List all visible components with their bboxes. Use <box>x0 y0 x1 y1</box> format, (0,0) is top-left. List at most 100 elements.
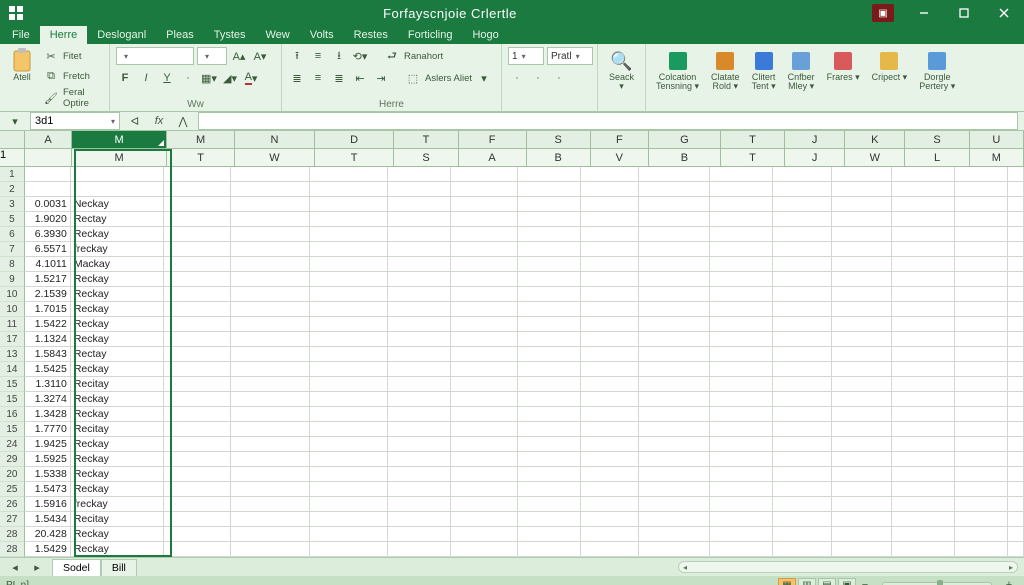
cell[interactable] <box>955 542 1009 557</box>
cell[interactable] <box>955 257 1009 272</box>
cell[interactable] <box>518 212 581 227</box>
cell[interactable] <box>639 392 710 407</box>
cell[interactable] <box>773 527 832 542</box>
cell[interactable] <box>581 467 638 482</box>
cell[interactable] <box>892 497 955 512</box>
copy-icon[interactable]: ⧉ <box>42 67 60 85</box>
cell[interactable] <box>164 452 231 467</box>
ribbon-tab-forticling[interactable]: Forticling <box>398 26 463 44</box>
cell[interactable] <box>892 392 955 407</box>
cell[interactable] <box>1008 302 1024 317</box>
cell[interactable] <box>581 347 638 362</box>
cell[interactable]: 1.5473 <box>25 482 71 497</box>
cell[interactable] <box>518 512 581 527</box>
cell[interactable] <box>581 287 638 302</box>
cell[interactable] <box>710 422 773 437</box>
cell[interactable] <box>1008 212 1024 227</box>
cell[interactable]: 1.5425 <box>25 362 71 377</box>
cell[interactable] <box>832 482 891 497</box>
cell[interactable] <box>955 377 1009 392</box>
cell[interactable] <box>231 497 309 512</box>
cell[interactable] <box>231 287 309 302</box>
cell[interactable] <box>773 302 832 317</box>
ribbon-big-button[interactable]: CnfberMley ▾ <box>784 47 819 94</box>
cell[interactable] <box>451 512 518 527</box>
column-header[interactable] <box>25 149 72 166</box>
cell[interactable] <box>710 497 773 512</box>
cell[interactable] <box>773 347 832 362</box>
formula-input[interactable] <box>198 112 1018 130</box>
cell[interactable] <box>518 362 581 377</box>
column-header[interactable]: B <box>527 149 591 166</box>
cell[interactable]: freckay <box>71 497 165 512</box>
number-size-combo[interactable]: 1▾ <box>508 47 544 65</box>
cell[interactable] <box>832 497 891 512</box>
cell[interactable] <box>388 197 451 212</box>
column-header[interactable]: M <box>72 131 167 148</box>
row-header[interactable]: 13 <box>0 347 25 362</box>
scroll-right-icon[interactable]: ▸ <box>1005 562 1017 572</box>
cell[interactable] <box>310 227 388 242</box>
cell[interactable] <box>955 482 1009 497</box>
app-menu-icon[interactable] <box>4 1 28 25</box>
cell[interactable] <box>518 527 581 542</box>
cell[interactable] <box>710 362 773 377</box>
cell[interactable] <box>231 422 309 437</box>
cell[interactable] <box>164 167 231 182</box>
cell[interactable] <box>1008 512 1024 527</box>
cell[interactable] <box>164 527 231 542</box>
cell[interactable] <box>581 332 638 347</box>
cell[interactable] <box>832 242 891 257</box>
cell[interactable] <box>231 527 309 542</box>
minimize-button[interactable] <box>904 0 944 26</box>
cell[interactable] <box>710 182 773 197</box>
cell[interactable] <box>231 182 309 197</box>
cell[interactable] <box>710 242 773 257</box>
cell[interactable] <box>955 527 1009 542</box>
align-left-icon[interactable]: ≣ <box>288 69 306 87</box>
cell[interactable] <box>639 212 710 227</box>
cell[interactable]: 1.1324 <box>25 332 71 347</box>
row-header[interactable]: 16 <box>0 407 25 422</box>
cell[interactable] <box>164 437 231 452</box>
cell[interactable]: Recitay <box>71 422 165 437</box>
cell[interactable] <box>1008 167 1024 182</box>
cell[interactable] <box>581 527 638 542</box>
cell[interactable] <box>231 467 309 482</box>
cell[interactable] <box>388 332 451 347</box>
cell[interactable] <box>710 527 773 542</box>
cell[interactable] <box>639 422 710 437</box>
cell[interactable] <box>164 242 231 257</box>
cancel-formula-icon[interactable]: ᐊ <box>126 112 144 130</box>
underline-icon[interactable]: Y <box>158 69 176 87</box>
cell[interactable] <box>639 287 710 302</box>
cell[interactable] <box>710 287 773 302</box>
cell[interactable] <box>25 167 71 182</box>
align-top-icon[interactable]: ⭱ <box>288 47 306 65</box>
cell[interactable] <box>710 167 773 182</box>
cell[interactable]: 1.7015 <box>25 302 71 317</box>
cell[interactable] <box>581 482 638 497</box>
cell[interactable]: 2.1539 <box>25 287 71 302</box>
cell[interactable] <box>955 422 1009 437</box>
cell[interactable] <box>710 437 773 452</box>
cell[interactable] <box>164 497 231 512</box>
column-header[interactable]: U <box>970 131 1024 148</box>
cell[interactable] <box>710 407 773 422</box>
cell[interactable] <box>955 287 1009 302</box>
column-header[interactable]: J <box>785 149 845 166</box>
cell[interactable]: Reckay <box>71 467 165 482</box>
row-header[interactable]: 25 <box>0 482 25 497</box>
row-header[interactable]: 6 <box>0 227 25 242</box>
cell[interactable]: Rectay <box>71 212 165 227</box>
format-painter-icon[interactable]: 🖌 <box>42 89 60 107</box>
cell[interactable] <box>1008 467 1024 482</box>
strike-icon[interactable]: · <box>179 69 197 87</box>
cell[interactable] <box>892 452 955 467</box>
cell[interactable] <box>231 512 309 527</box>
column-header[interactable]: W <box>235 149 315 166</box>
cell[interactable] <box>310 332 388 347</box>
cell[interactable] <box>1008 197 1024 212</box>
cell[interactable] <box>955 227 1009 242</box>
cell[interactable] <box>710 392 773 407</box>
